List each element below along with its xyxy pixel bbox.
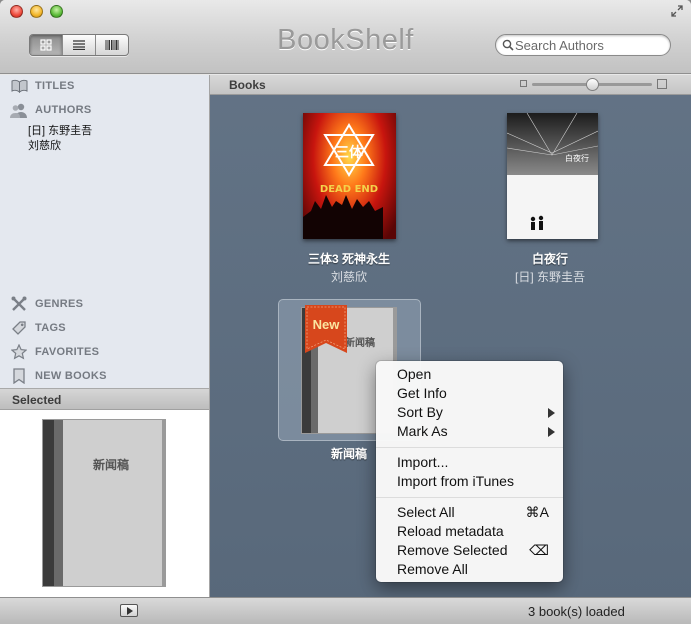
book-title: 白夜行 <box>531 252 568 266</box>
shortcut-label: ⌘A <box>525 504 549 520</box>
sidebar-item-favorites[interactable]: FAVORITES <box>10 342 99 362</box>
books-header-label: Books <box>229 78 266 92</box>
new-badge-ribbon: New <box>305 305 347 353</box>
status-text: 3 book(s) loaded <box>528 604 625 619</box>
author-list-item[interactable]: [日] 东野圭吾 <box>28 122 92 138</box>
sidebar-item-tags[interactable]: TAGS <box>10 318 66 338</box>
menu-separator <box>376 447 563 448</box>
menu-item-import-itunes[interactable]: Import from iTunes <box>397 472 557 491</box>
menu-item-open[interactable]: Open <box>397 365 557 384</box>
sidebar-item-label: TAGS <box>35 322 66 334</box>
zoom-small-icon <box>520 80 527 87</box>
selected-book-cover: 新闻稿 <box>42 419 166 587</box>
menu-item-remove-all[interactable]: Remove All <box>397 560 557 579</box>
cover-subtitle-text: DEAD END <box>320 184 378 195</box>
search-icon <box>502 39 514 51</box>
book-cover[interactable]: 三体 DEAD END <box>303 113 396 249</box>
cover-title-text: 三体 <box>335 144 364 161</box>
toolbar: BookShelf <box>0 0 691 74</box>
new-badge-text: New <box>313 317 341 332</box>
books-header: Books <box>210 75 691 95</box>
book-cover[interactable]: 白夜行 <box>506 112 599 239</box>
sidebar-item-titles[interactable]: TITLES <box>10 76 75 96</box>
play-icon <box>127 607 133 615</box>
delete-key-icon: ⌫ <box>529 542 549 558</box>
sidebar-item-label: TITLES <box>35 80 75 92</box>
menu-item-get-info[interactable]: Get Info <box>397 384 557 403</box>
grid-view-button[interactable] <box>30 35 63 55</box>
book-author: 刘慈欣 <box>330 270 367 284</box>
context-menu: Open Get Info Sort By Mark As Import... … <box>376 361 563 582</box>
sidebar: TITLES AUTHORS [日] 东野圭吾 刘慈欣 GENRES TAGS <box>0 75 210 597</box>
submenu-arrow-icon <box>548 427 555 437</box>
sidebar-item-label: FAVORITES <box>35 346 100 358</box>
menu-item-sort-by[interactable]: Sort By <box>397 403 557 422</box>
sidebar-item-label: AUTHORS <box>35 104 92 116</box>
search-field[interactable] <box>495 34 671 56</box>
grid-icon <box>40 39 52 51</box>
zoom-window-button[interactable] <box>50 5 63 18</box>
menu-item-select-all[interactable]: Select All ⌘A <box>397 503 557 522</box>
minimize-window-button[interactable] <box>30 5 43 18</box>
menu-separator <box>376 497 563 498</box>
barcode-icon <box>105 40 119 50</box>
list-icon <box>73 40 85 50</box>
menu-item-mark-as[interactable]: Mark As <box>397 422 557 441</box>
status-bar: 3 book(s) loaded <box>0 597 691 624</box>
search-input[interactable] <box>515 37 665 54</box>
sidebar-item-new-books[interactable]: NEW BOOKS <box>10 366 107 386</box>
menu-item-import[interactable]: Import... <box>397 453 557 472</box>
sidebar-item-genres[interactable]: GENRES <box>10 294 83 314</box>
submenu-arrow-icon <box>548 408 555 418</box>
play-button[interactable] <box>120 604 138 617</box>
author-list-item[interactable]: 刘慈欣 <box>28 137 61 153</box>
app-window: BookShelf TITLES <box>0 0 691 624</box>
fullscreen-icon[interactable] <box>671 5 683 17</box>
zoom-large-icon <box>657 79 667 89</box>
tools-icon <box>10 296 28 312</box>
tag-icon <box>10 320 28 336</box>
people-icon <box>10 102 28 118</box>
cover-flow-view-button[interactable] <box>96 35 128 55</box>
sidebar-item-label: GENRES <box>35 298 84 310</box>
menu-item-reload-metadata[interactable]: Reload metadata <box>397 522 557 541</box>
list-view-button[interactable] <box>63 35 96 55</box>
star-icon <box>10 344 28 360</box>
sidebar-item-authors[interactable]: AUTHORS <box>10 100 92 120</box>
book-open-icon <box>10 78 28 94</box>
bookmark-icon <box>10 368 28 384</box>
book-title: 三体3 死神永生 <box>307 252 390 266</box>
book-author: [日] 东野圭吾 <box>514 270 585 284</box>
close-window-button[interactable] <box>10 5 23 18</box>
zoom-slider-knob[interactable] <box>586 78 599 91</box>
selected-book-preview: 新闻稿 <box>0 410 209 597</box>
menu-item-remove-selected[interactable]: Remove Selected ⌫ <box>397 541 557 560</box>
sidebar-item-label: NEW BOOKS <box>35 370 107 382</box>
cover-title-text: 白夜行 <box>565 153 589 163</box>
view-mode-segmented-control <box>29 34 129 56</box>
selected-panel-header: Selected <box>0 388 209 410</box>
